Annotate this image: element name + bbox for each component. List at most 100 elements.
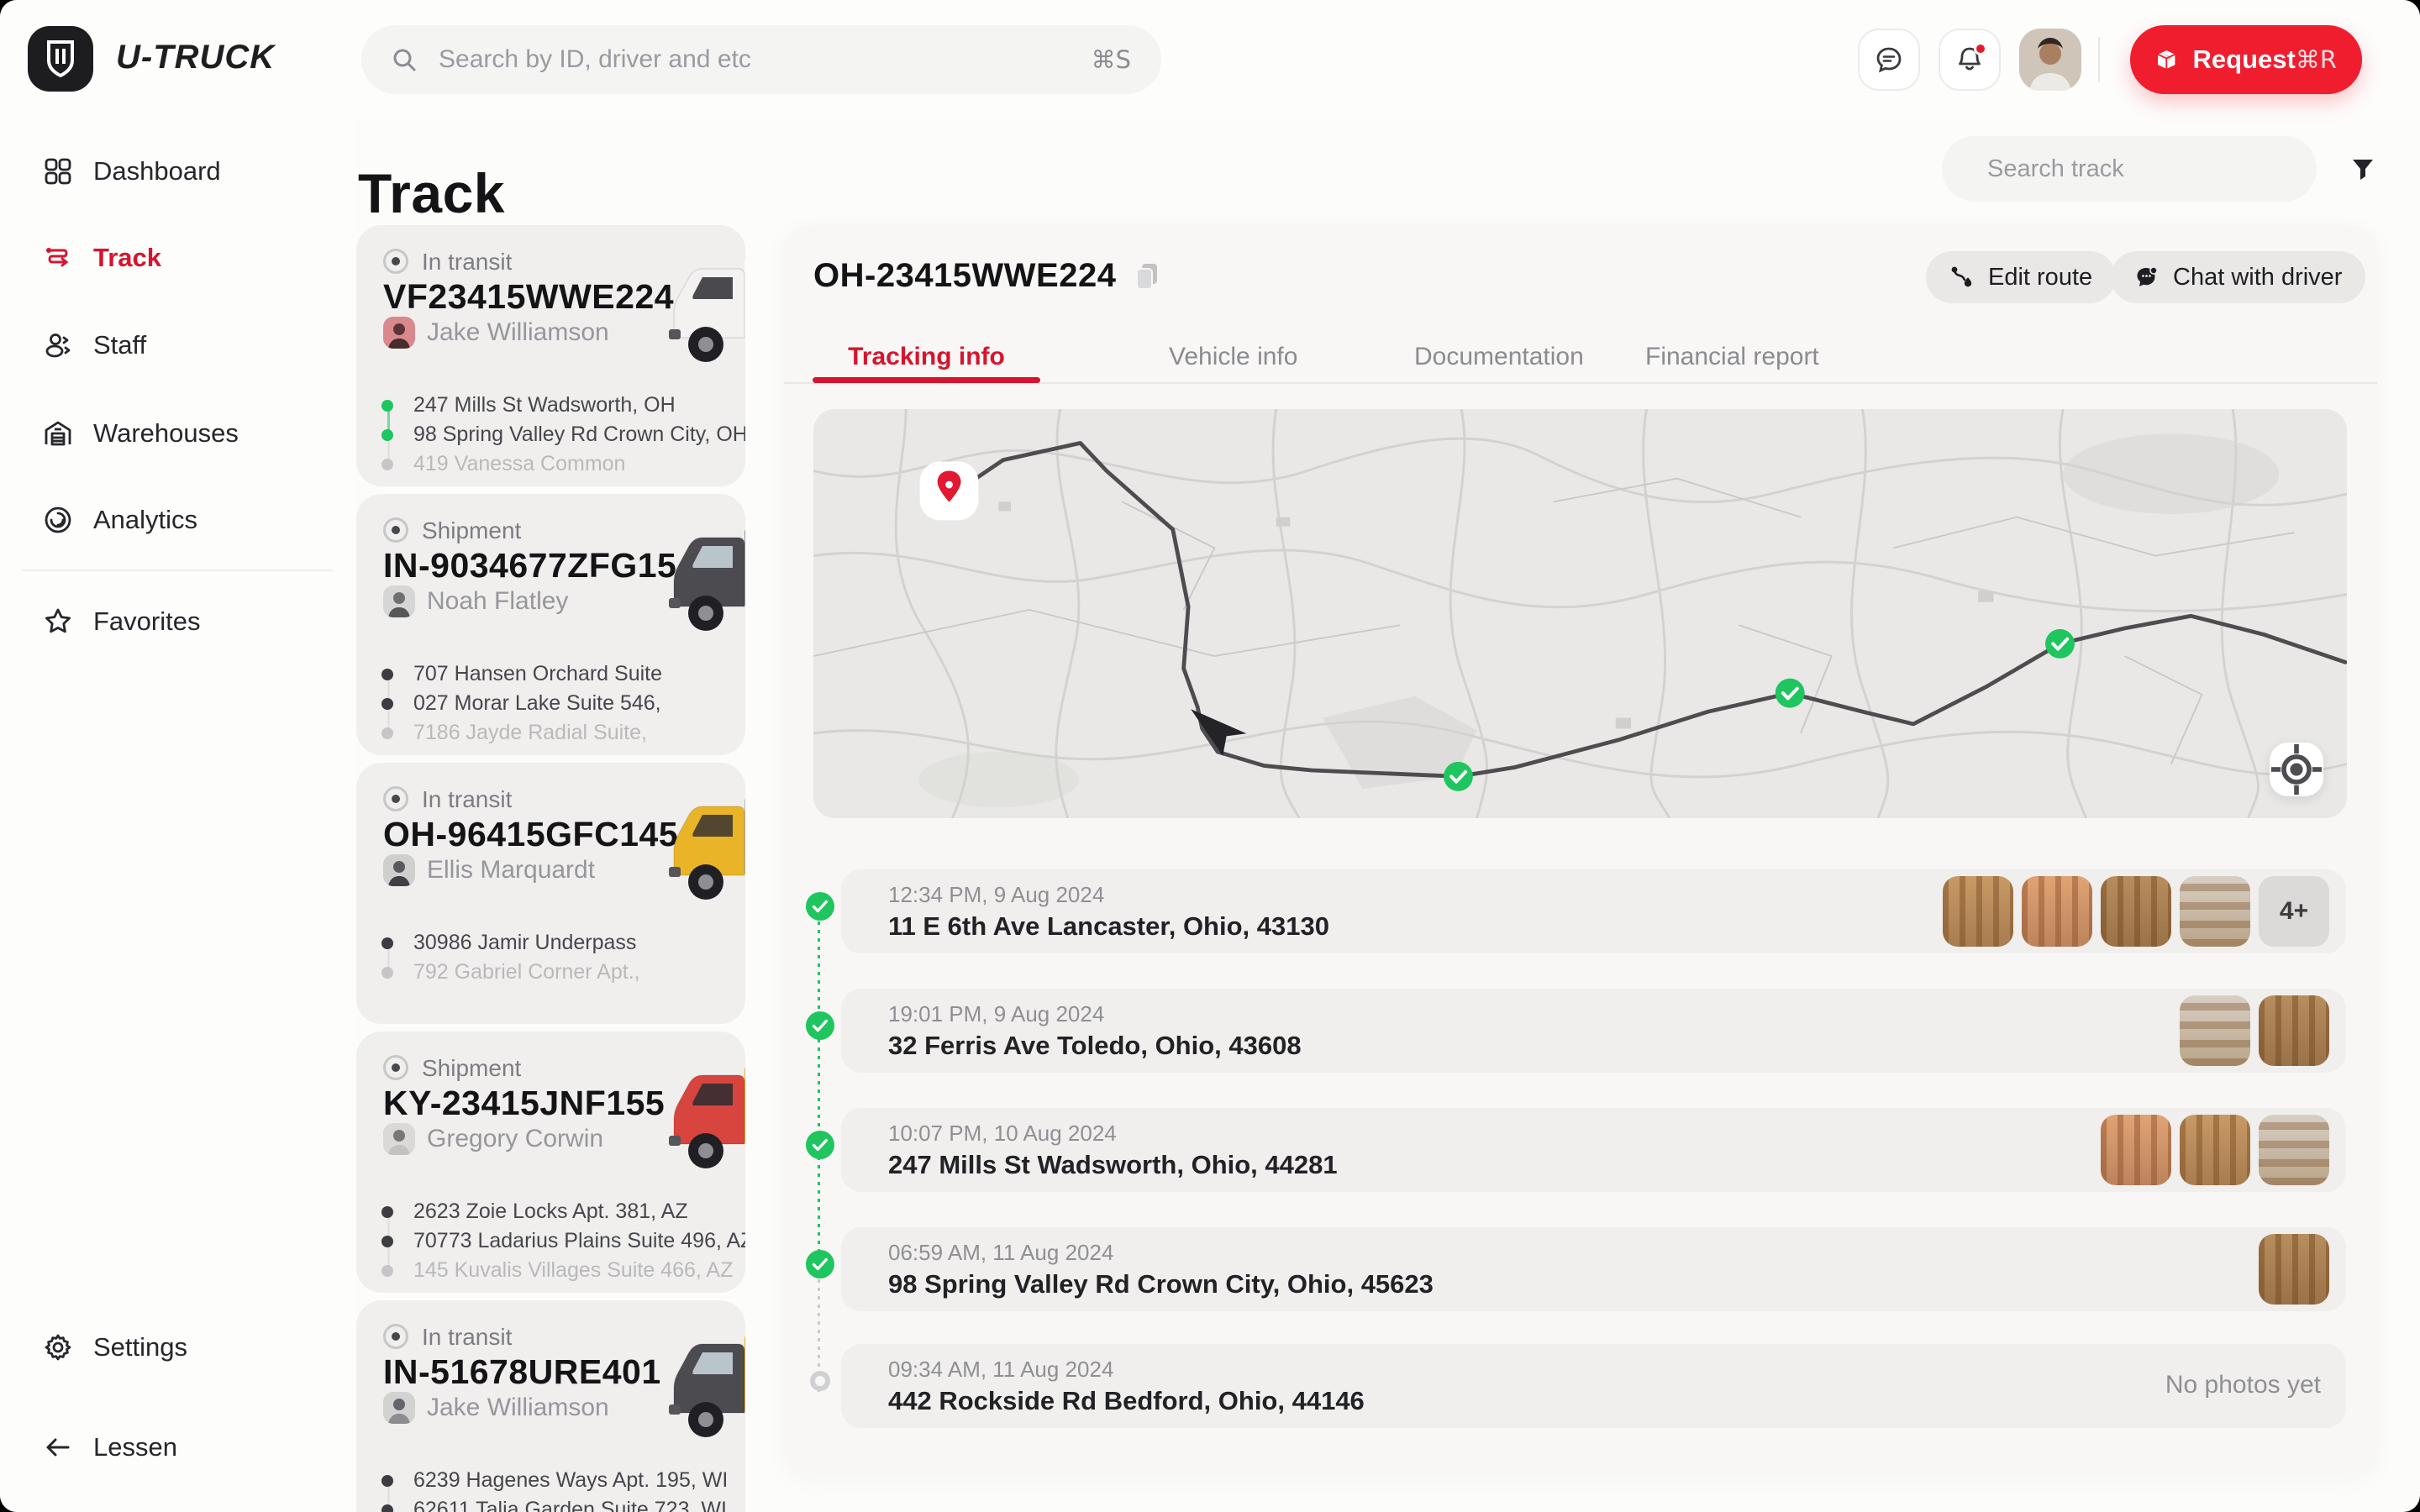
timeline-check — [805, 1130, 835, 1160]
driver: Gregory Corwin — [383, 1123, 603, 1155]
search-shortcut: ⌘S — [1092, 45, 1131, 74]
timeline-check — [805, 1249, 835, 1279]
stop-dot — [381, 967, 393, 979]
filter-button[interactable] — [2344, 151, 2381, 188]
request-shortcut: ⌘R — [2296, 45, 2337, 74]
timeline-row[interactable]: 19:01 PM, 9 Aug 2024 32 Ferris Ave Toled… — [841, 989, 2346, 1073]
user-avatar[interactable] — [2019, 29, 2081, 91]
stop-dot — [381, 698, 393, 710]
copy-icon[interactable] — [1134, 262, 1160, 291]
timeline-row[interactable]: 12:34 PM, 9 Aug 2024 11 E 6th Ave Lancas… — [841, 869, 2346, 953]
sidebar-item-settings[interactable]: Settings — [0, 1317, 355, 1378]
global-search[interactable]: ⌘S — [361, 25, 1161, 94]
stop-dot — [381, 669, 393, 680]
track-card[interactable]: In transit VF23415WWE224 Jake Williamson — [356, 225, 745, 486]
stop: 6239 Hagenes Ways Apt. 195, WI — [356, 1468, 728, 1493]
track-list: In transit VF23415WWE224 Jake Williamson — [356, 225, 745, 1512]
photo-thumbnail[interactable] — [1943, 876, 2013, 947]
photo-thumbnail[interactable] — [2101, 1115, 2171, 1185]
tab-vehicle-info[interactable]: Vehicle info — [1169, 343, 1297, 371]
tab-documentation[interactable]: Documentation — [1414, 343, 1584, 371]
track-search-input[interactable] — [1986, 155, 2306, 184]
track-card[interactable]: Shipment IN-9034677ZFG154 Noah Flatley — [356, 494, 745, 755]
sidebar-item-dashboard[interactable]: Dashboard — [0, 141, 355, 202]
stop: 62611 Talia Garden Suite 723, WI — [356, 1498, 727, 1512]
sidebar-label: Favorites — [93, 606, 200, 637]
driver: Ellis Marquardt — [383, 854, 595, 886]
sidebar-label: Warehouses — [93, 418, 239, 449]
tab-financial-report[interactable]: Financial report — [1645, 343, 1819, 371]
timeline-check — [805, 891, 835, 921]
staff-icon — [43, 330, 73, 360]
sidebar-item-staff[interactable]: Staff — [0, 315, 355, 375]
status-label: Shipment — [422, 517, 521, 544]
gear-icon — [43, 1332, 73, 1362]
timeline-time: 19:01 PM, 9 Aug 2024 — [888, 1001, 1104, 1027]
photo-thumbnail[interactable] — [2101, 876, 2171, 947]
truck-image — [652, 1322, 745, 1448]
photo-thumbnails — [2259, 1234, 2329, 1305]
photo-thumbnail[interactable] — [2180, 1115, 2250, 1185]
stop: 419 Vanessa Common — [356, 452, 625, 476]
page-title: Track — [358, 161, 505, 225]
photo-thumbnail[interactable] — [2259, 995, 2329, 1066]
status-icon — [383, 1055, 408, 1080]
edit-route-button[interactable]: Edit route — [1926, 251, 2116, 303]
sidebar-label: Lessen — [93, 1432, 177, 1462]
photo-thumbnail[interactable] — [2259, 1234, 2329, 1305]
timeline-check — [805, 1011, 835, 1041]
shipment-id: VF23415WWE224 — [383, 277, 674, 317]
map-canvas — [813, 409, 2347, 818]
request-button[interactable]: Request ⌘R — [2130, 25, 2362, 94]
locate-button[interactable] — [2270, 743, 2323, 796]
notifications-button[interactable] — [1939, 29, 2001, 91]
timeline-row[interactable]: 06:59 AM, 11 Aug 2024 98 Spring Valley R… — [841, 1227, 2346, 1311]
stop: 70773 Ladarius Plains Suite 496, AZ — [356, 1229, 745, 1253]
stop-dot — [381, 429, 393, 441]
timeline-time: 10:07 PM, 10 Aug 2024 — [888, 1121, 1117, 1147]
sidebar-item-favorites[interactable]: Favorites — [0, 591, 355, 652]
stop-dot — [381, 1206, 393, 1218]
status-icon — [383, 1324, 408, 1349]
sidebar-item-track[interactable]: Track — [0, 228, 355, 288]
analytics-icon — [43, 505, 73, 535]
more-photos-badge[interactable]: 4+ — [2259, 876, 2329, 947]
photo-thumbnail[interactable] — [2022, 876, 2092, 947]
sidebar-item-warehouses[interactable]: Warehouses — [0, 403, 355, 464]
truck-image — [652, 516, 745, 642]
driver-avatar — [383, 317, 415, 349]
driver-avatar — [383, 854, 415, 886]
driver: Jake Williamson — [383, 1392, 609, 1424]
track-card[interactable]: Shipment KY-23415JNF155 Gregory Corwin — [356, 1032, 745, 1293]
stop: 792 Gabriel Corner Apt., — [356, 960, 640, 984]
photo-thumbnail[interactable] — [2180, 995, 2250, 1066]
timeline-row[interactable]: 10:07 PM, 10 Aug 2024 247 Mills St Wadsw… — [841, 1108, 2346, 1192]
driver-name: Jake Williamson — [427, 1394, 609, 1422]
photo-thumbnail[interactable] — [2180, 876, 2250, 947]
sidebar-collapse[interactable]: Lessen — [0, 1417, 355, 1478]
global-search-input[interactable] — [437, 45, 1092, 75]
photo-thumbnail[interactable] — [2259, 1115, 2329, 1185]
main-content: Track In transit VF23415WWE224 Jake Will… — [355, 119, 2420, 1512]
track-search[interactable] — [1942, 136, 2317, 202]
messages-button[interactable] — [1858, 29, 1920, 91]
search-icon — [392, 47, 417, 72]
stop: 2623 Zoie Locks Apt. 381, AZ — [356, 1200, 688, 1224]
truck-image — [652, 247, 745, 373]
status-label: Shipment — [422, 1055, 521, 1082]
stop-dot — [381, 937, 393, 949]
sidebar-label: Analytics — [93, 505, 197, 535]
stop: 707 Hansen Orchard Suite — [356, 662, 662, 686]
stop-dot — [381, 1265, 393, 1277]
star-icon — [43, 606, 73, 637]
sidebar-item-analytics[interactable]: Analytics — [0, 490, 355, 550]
chat-with-driver-button[interactable]: Chat with driver — [2111, 251, 2365, 303]
timeline-row[interactable]: 09:34 AM, 11 Aug 2024 442 Rockside Rd Be… — [841, 1344, 2346, 1428]
track-card[interactable]: In transit IN-51678URE401 Jake Williamso… — [356, 1300, 745, 1512]
tab-tracking-info[interactable]: Tracking info — [813, 343, 1040, 371]
timeline-address: 32 Ferris Ave Toledo, Ohio, 43608 — [888, 1031, 1302, 1061]
driver: Jake Williamson — [383, 317, 609, 349]
route-map[interactable] — [813, 409, 2347, 818]
track-card[interactable]: In transit OH-96415GFC145 Ellis Marquard… — [356, 763, 745, 1024]
sidebar-label: Staff — [93, 330, 146, 360]
